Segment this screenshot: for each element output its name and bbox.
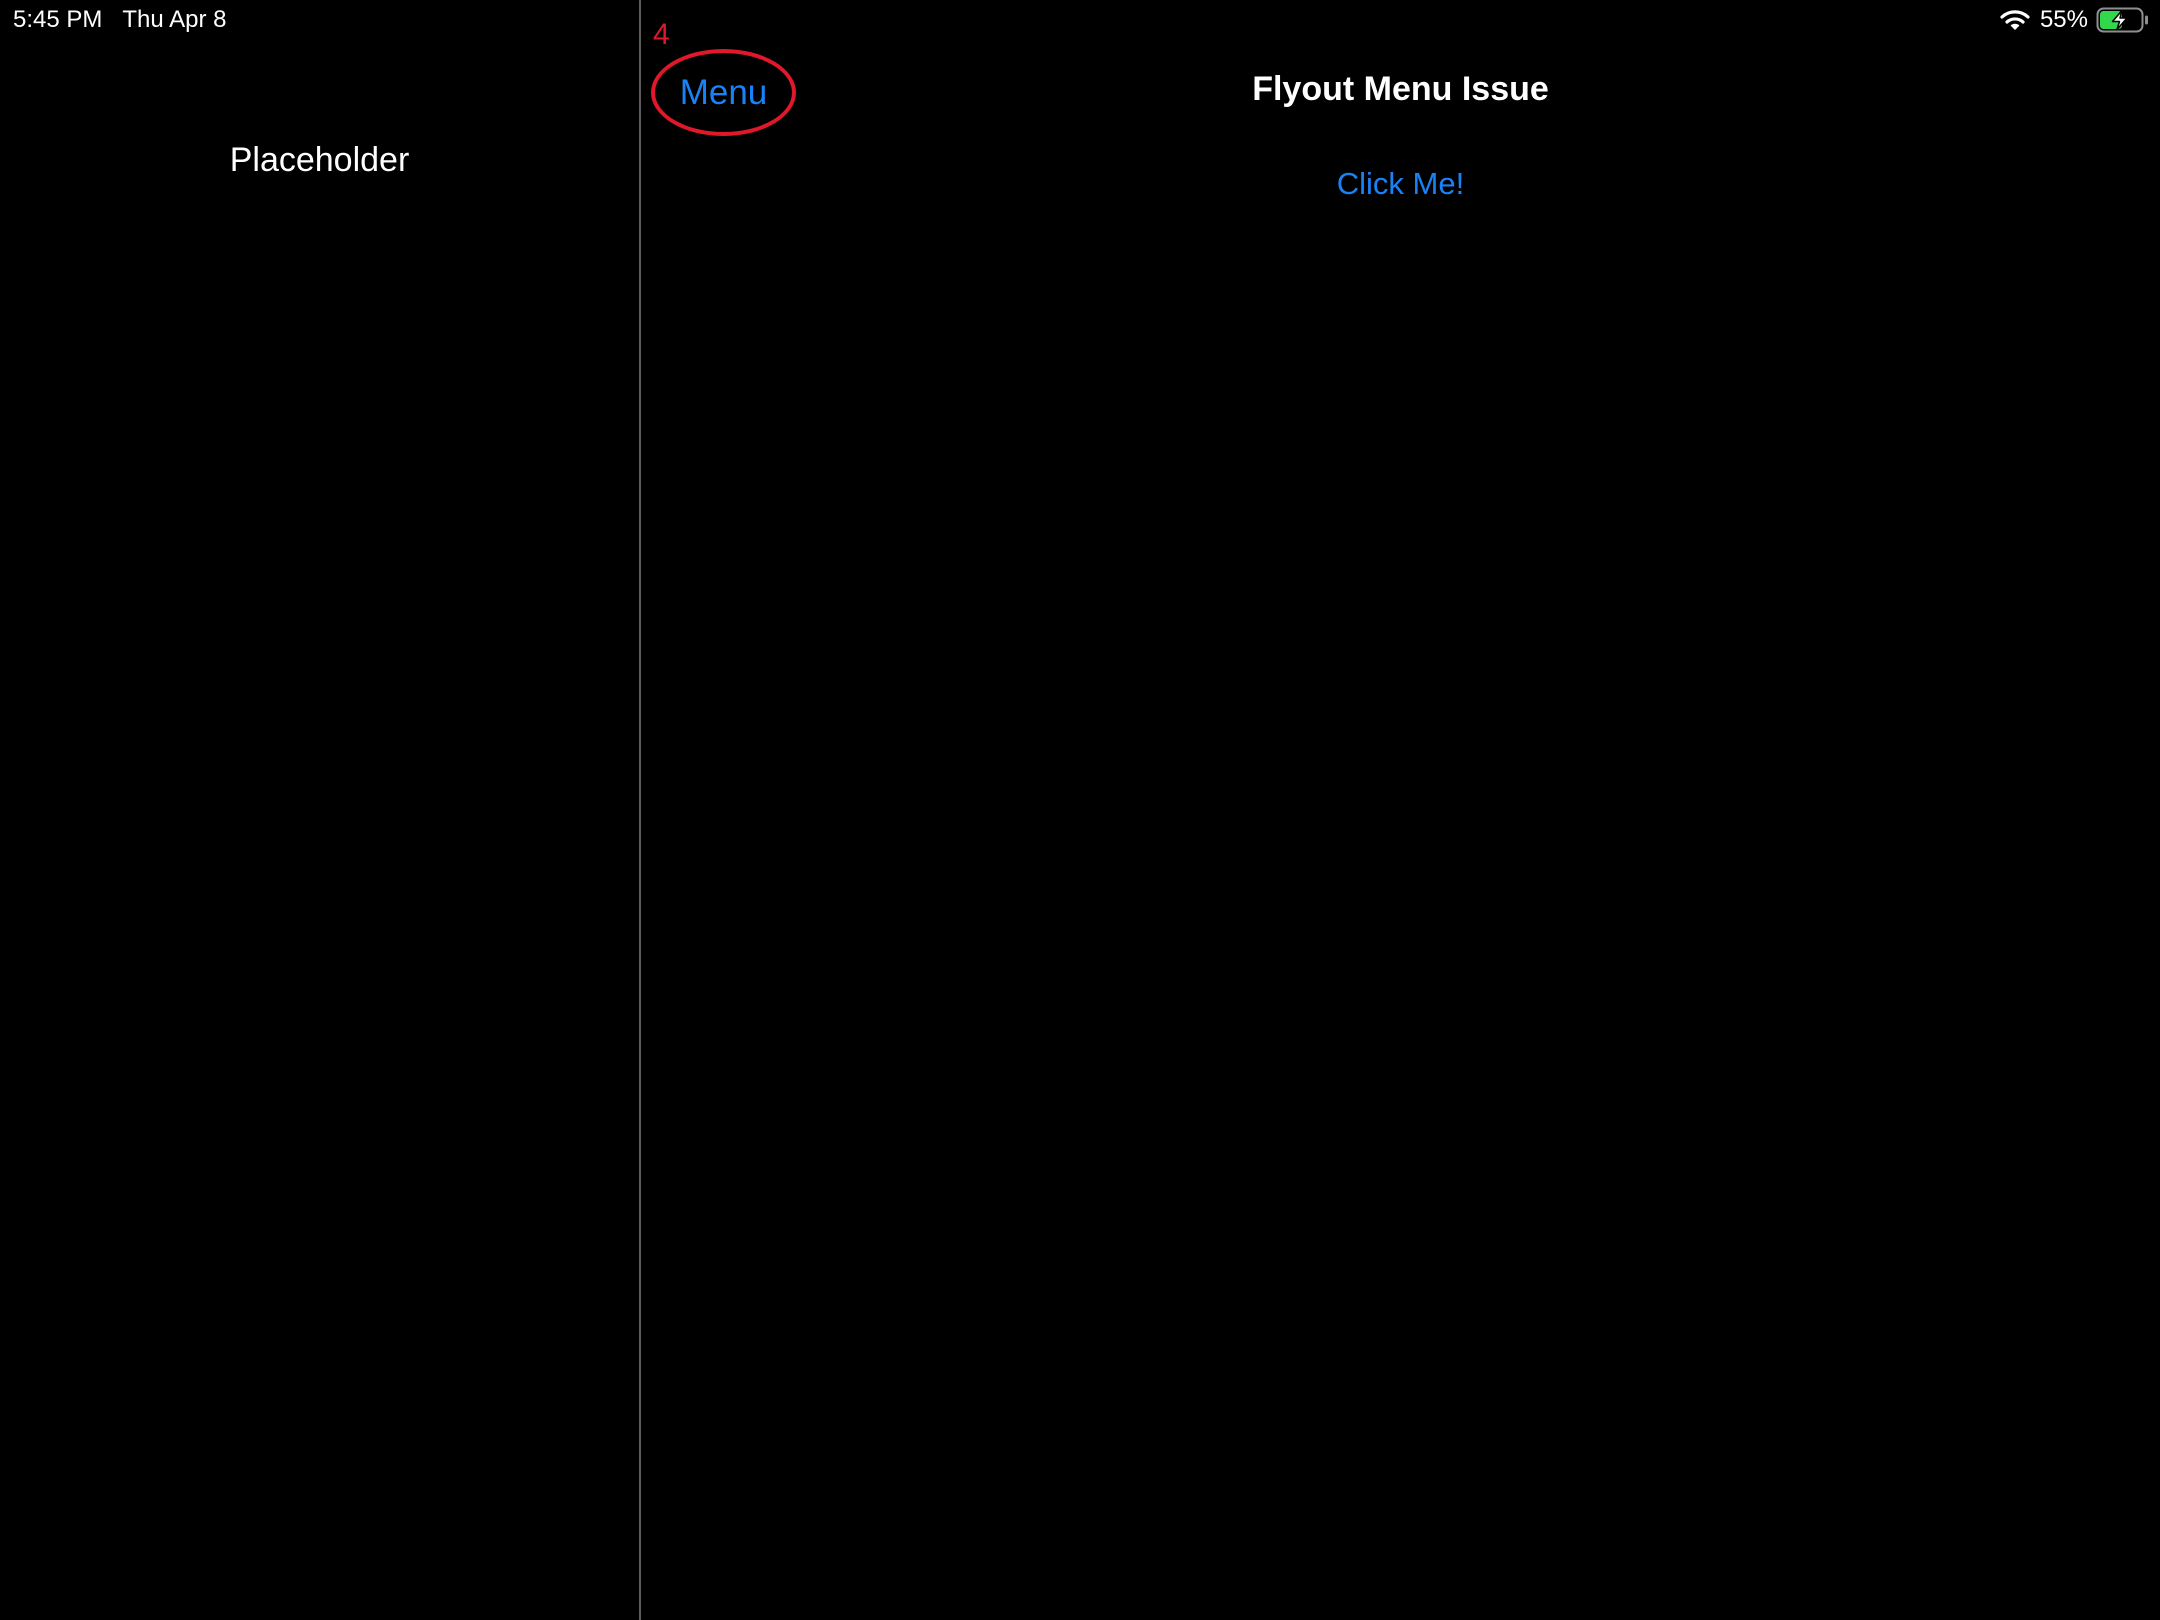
battery-percentage: 55% xyxy=(2039,6,2088,33)
click-me-button[interactable]: Click Me! xyxy=(641,163,2160,205)
sidebar-title: Placeholder xyxy=(229,141,410,179)
status-bar-left: 5:45 PM Thu Apr 8 xyxy=(13,4,226,36)
page-title: Flyout Menu Issue xyxy=(1252,70,1549,108)
status-date: Thu Apr 8 xyxy=(122,6,227,33)
wifi-icon xyxy=(2000,10,2030,30)
split-view-divider[interactable] xyxy=(639,0,641,1620)
status-time: 5:45 PM xyxy=(13,6,103,33)
status-bar-right: 55% xyxy=(2000,4,2150,36)
battery-charging-icon xyxy=(2096,7,2148,33)
